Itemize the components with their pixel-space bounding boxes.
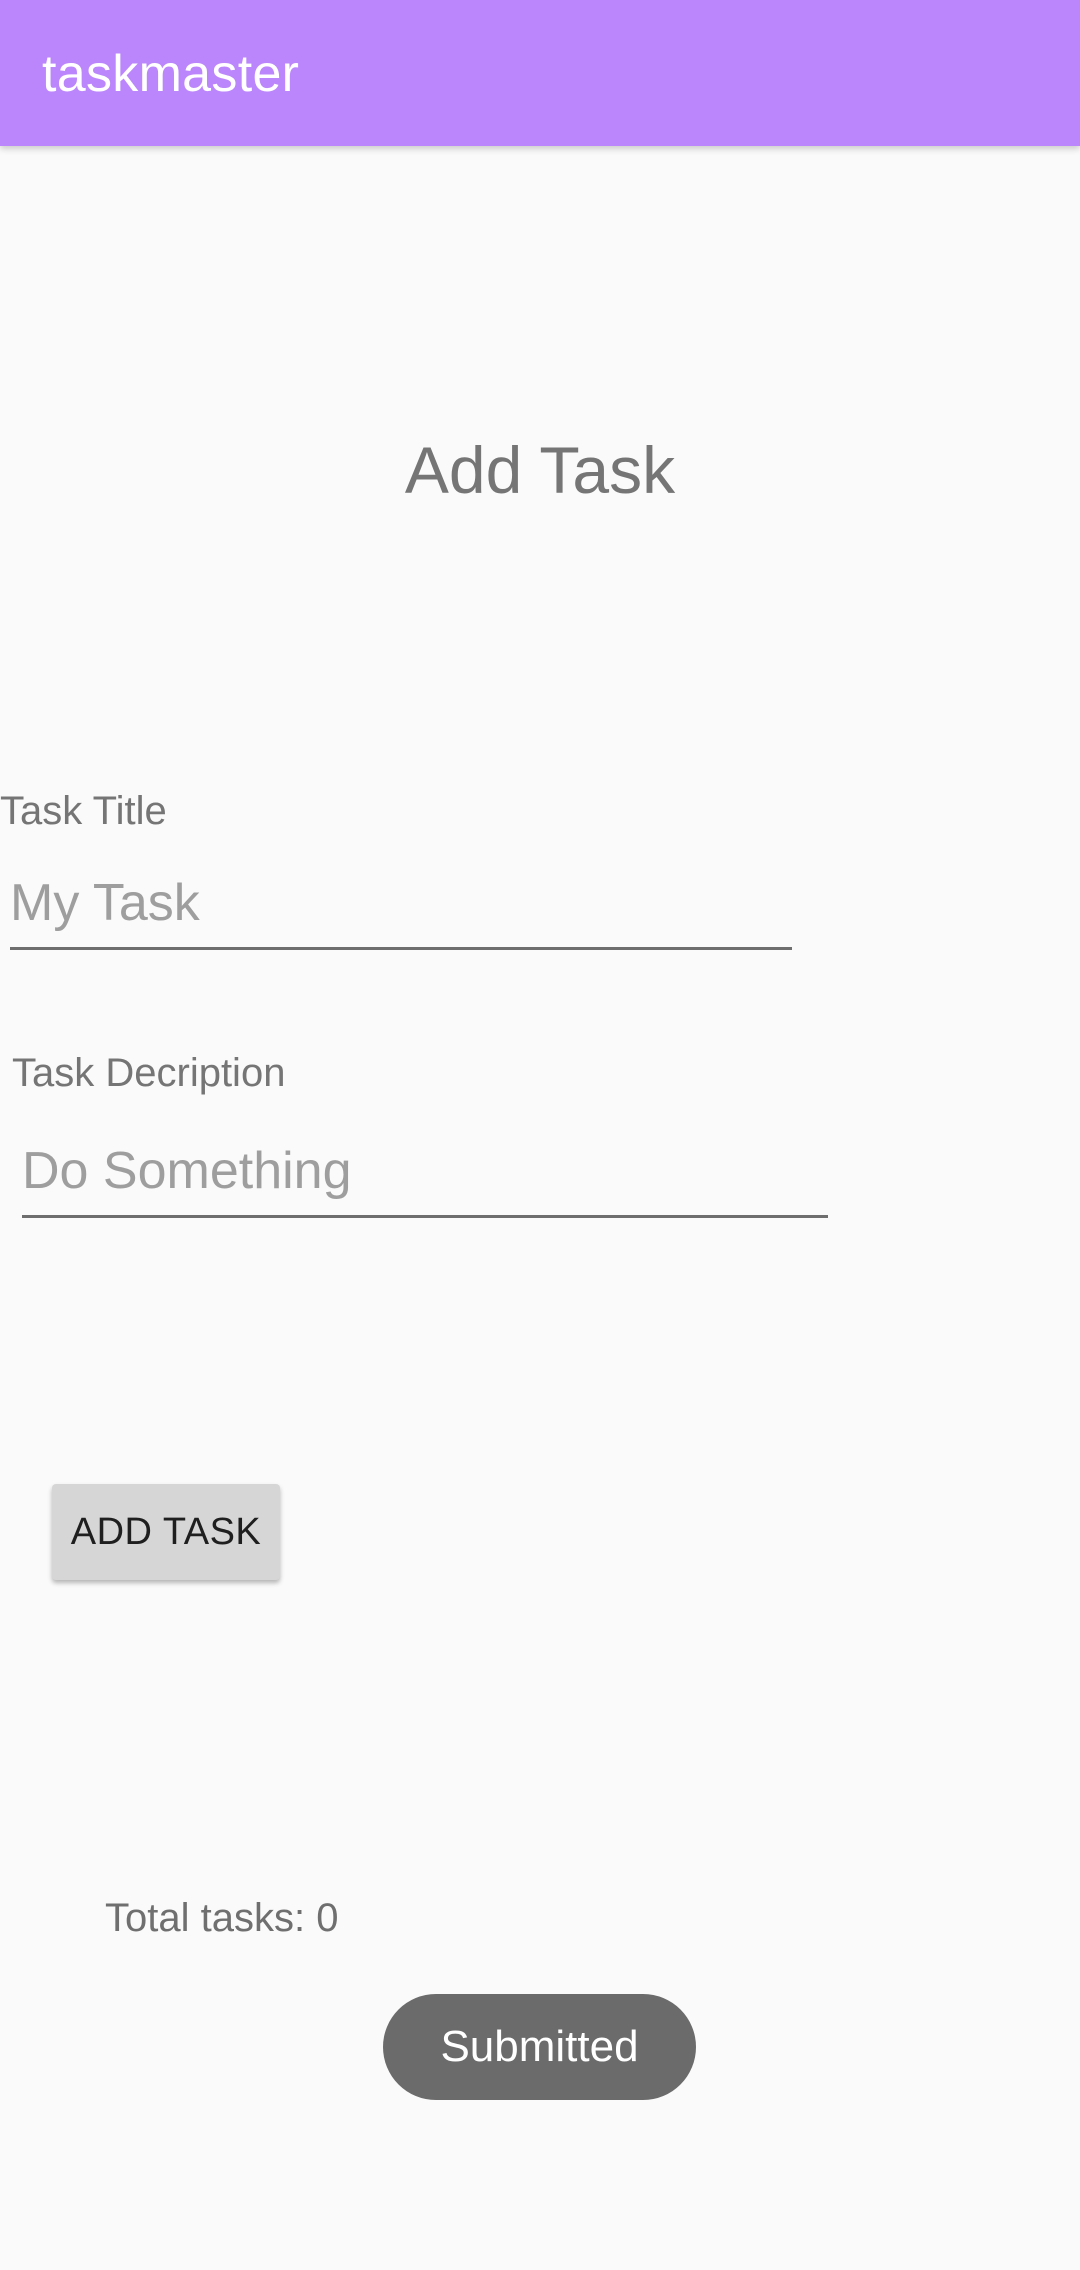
add-task-button[interactable]: ADD TASK xyxy=(52,1484,280,1580)
task-title-input[interactable] xyxy=(10,872,792,950)
app-bar: taskmaster xyxy=(0,0,1080,146)
toast-message: Submitted xyxy=(383,1994,696,2100)
total-tasks-count: Total tasks: 0 xyxy=(105,1896,339,1940)
task-description-input[interactable] xyxy=(22,1140,828,1218)
task-title-label: Task Title xyxy=(0,789,167,833)
page-title: Add Task xyxy=(404,433,676,507)
app-title: taskmaster xyxy=(42,45,300,103)
task-description-label: Task Decription xyxy=(12,1051,286,1095)
